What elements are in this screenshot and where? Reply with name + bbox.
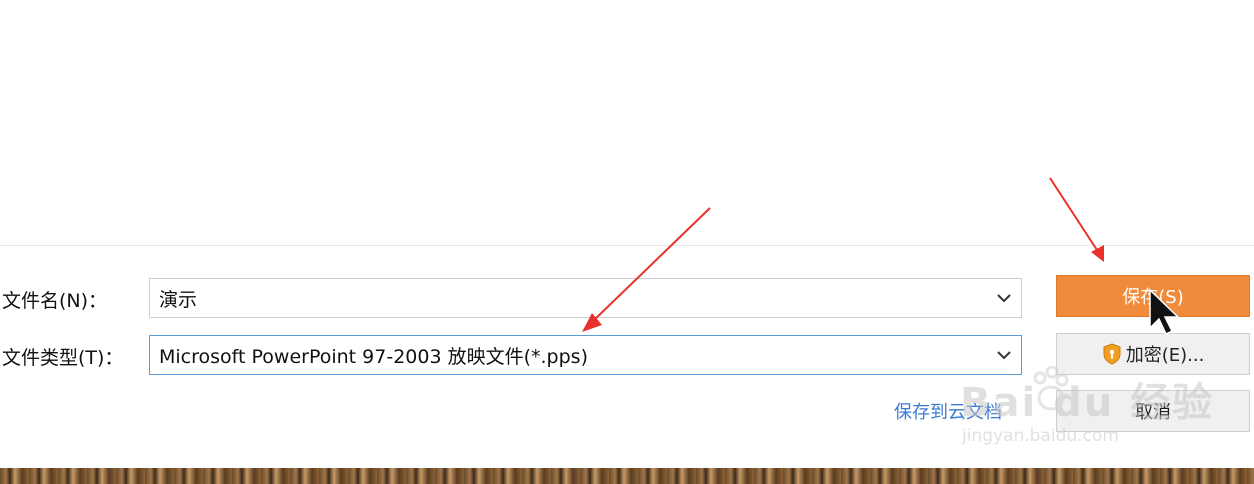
filetype-value: Microsoft PowerPoint 97-2003 放映文件(*.pps) [159,345,588,368]
divider [0,245,1254,246]
filetype-select[interactable]: Microsoft PowerPoint 97-2003 放映文件(*.pps) [149,335,1022,375]
filename-input[interactable]: 演示 [159,285,987,312]
filename-combo[interactable]: 演示 [149,278,1022,318]
watermark: Bai du 经验 jingyan.baidu.com [960,360,1212,460]
save-button-label: 保存(S) [1122,287,1184,308]
watermark-brand: Bai du 经验 [960,380,1215,426]
filetype-label: 文件类型(T)： [2,347,124,369]
filename-label: 文件名(N)： [2,290,108,312]
watermark-url: jingyan.baidu.com [962,426,1119,446]
background-texture [0,468,1254,484]
chevron-down-icon[interactable] [987,279,1021,317]
save-button[interactable]: 保存(S) [1056,275,1250,317]
